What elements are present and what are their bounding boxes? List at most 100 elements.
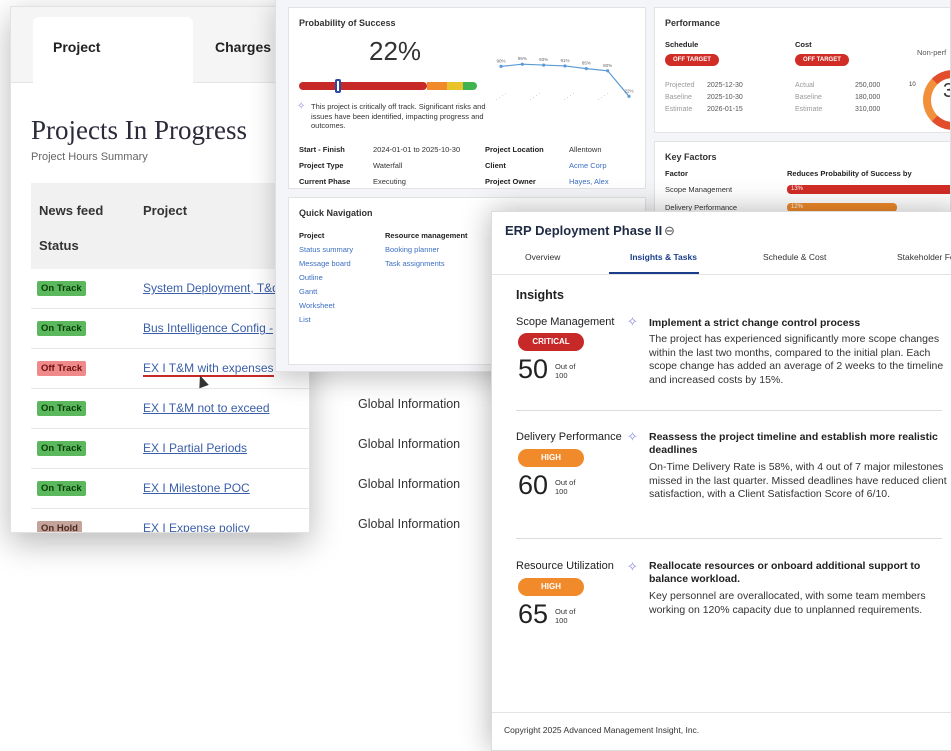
tab-project[interactable]: Project [33,17,193,87]
project-link[interactable]: EX I Expense policy [143,521,250,532]
tab-insights-tasks[interactable]: Insights & Tasks [630,252,697,262]
table-row: On Track EX I T&M not to exceed [31,389,309,429]
projects-tab-bar: Project Charges [11,7,309,87]
status-badge: On Track [37,481,86,496]
project-type-label: Project Type [299,161,344,170]
tab-overview[interactable]: Overview [525,252,560,262]
probability-bar-red [299,82,427,90]
quick-nav-title: Quick Navigation [299,208,373,218]
insight-metric: Resource Utilization [516,560,614,572]
insight-score: 50 [518,354,549,384]
active-tab-indicator [609,272,699,274]
severity-badge: HIGH [518,449,584,467]
sparkline-point [563,64,567,68]
current-phase-value: Executing [373,177,406,186]
owner-link[interactable]: Hayes, Alex [569,177,609,186]
cost-label: Cost [795,40,812,49]
nav-booking-planner[interactable]: Booking planner [385,245,439,254]
status-badge: On Track [37,401,86,416]
nav-task-assignments[interactable]: Task assignments [385,259,445,268]
client-label: Client [485,161,506,170]
factor-value: 12% [791,204,804,210]
schedule-off-target-badge: OFF TARGET [665,54,719,66]
sparkline-label: 95% [518,56,527,61]
sparkline-point [584,67,588,71]
cost-estimate-value: 310,000 [855,106,881,113]
column-header-newsfeed[interactable]: News feed [39,203,103,218]
probability-card: Probability of Success 22% 90% 95% 93% 91% 8… [288,7,646,189]
table-row: On Track Bus Intelligence Config - [31,309,309,349]
sparkline-point [520,62,524,66]
tab-schedule-cost[interactable]: Schedule & Cost [763,252,826,262]
status-badge: Off Track [37,361,87,376]
nav-status-summary[interactable]: Status summary [299,245,353,254]
probability-bar-orange [427,82,447,90]
status-badge: On Hold [37,521,82,532]
project-link[interactable]: EX I T&M with expenses [143,361,274,377]
page-subtitle: Project Hours Summary [31,151,148,163]
table-row: On Track System Deployment, T&d [31,269,309,309]
project-link[interactable]: System Deployment, T&d [143,281,279,295]
current-phase-label: Current Phase [299,177,351,186]
schedule-label: Schedule [665,40,699,49]
table-header: News feed Status Project [31,183,309,269]
start-finish-label: Start - Finish [299,145,345,154]
tab-charges[interactable]: Charges [215,39,271,55]
sparkline-point [499,64,503,68]
nav-list[interactable]: List [299,315,311,324]
recommendation-body: The project has experienced significantl… [649,333,944,386]
project-link[interactable]: EX I Milestone POC [143,481,250,495]
probability-value: 22% [369,36,422,66]
insights-heading: Insights [516,288,564,302]
schedule-projected-value: 2025-12-30 [707,82,743,89]
client-cell: Global Information [358,517,461,531]
performance-card: Performance Schedule OFF TARGET Projecte… [654,7,950,133]
insight-score: 60 [518,470,549,500]
column-header-project[interactable]: Project [143,203,187,218]
project-type-value: Waterfall [373,161,403,170]
factor-name: Scope Management [665,185,733,194]
tab-stakeholder-feedback[interactable]: Stakeholder Fe [897,252,951,262]
insight-out-of: Out of 100 [555,362,576,380]
factor-value: 13% [791,186,804,192]
cost-baseline-value: 180,000 [855,94,881,101]
nav-worksheet[interactable]: Worksheet [299,301,335,310]
probability-title: Probability of Success [299,18,396,28]
insight-divider [516,538,942,539]
severity-badge: HIGH [518,578,584,596]
table-row: Off Track EX I T&M with expenses [31,349,309,389]
nav-outline[interactable]: Outline [299,273,323,282]
client-cell: Global Information [358,437,461,451]
project-link[interactable]: EX I T&M not to exceed [143,401,270,415]
quick-nav-resource-heading: Resource management [385,231,468,240]
table-row: On Track EX I Partial Periods [31,429,309,469]
recommendation-title: Implement a strict change control proces… [649,317,861,329]
factor-column-header: Factor [665,169,688,178]
schedule-estimate-label: Estimate [665,106,693,113]
insight-divider [516,410,942,411]
nav-message-board[interactable]: Message board [299,259,351,268]
schedule-baseline-value: 2025-10-30 [707,94,743,101]
owner-label: Project Owner [485,177,536,186]
sparkline-label: 93% [539,57,548,62]
sparkline-dates: · · · · · · · · · · · · · · · · [494,90,611,104]
sparkline-label: 91% [560,58,569,63]
probability-bar-yellow [447,82,463,90]
insight-score: 65 [518,599,549,629]
client-link[interactable]: Acme Corp [569,161,607,170]
reduces-column-header: Reduces Probability of Success by [787,169,912,178]
start-finish-value: 2024-01-01 to 2025-10-30 [373,145,461,154]
performance-title: Performance [665,18,721,28]
insight-out-of: Out of 100 [555,607,576,625]
link-icon[interactable]: ⊖ [664,223,675,239]
location-value: Allentown [569,145,602,154]
nav-gantt[interactable]: Gantt [299,287,317,296]
erp-window: ERP Deployment Phase II ⊖ Overview Insig… [491,211,951,751]
sparkline-point [542,63,546,67]
sparkline-label: 90% [496,58,505,63]
project-link[interactable]: EX I Partial Periods [143,441,247,455]
project-link[interactable]: Bus Intelligence Config - [143,321,273,335]
column-header-status[interactable]: Status [39,238,79,253]
key-factors-title: Key Factors [665,152,717,162]
sparkle-icon: ✧ [627,314,638,329]
